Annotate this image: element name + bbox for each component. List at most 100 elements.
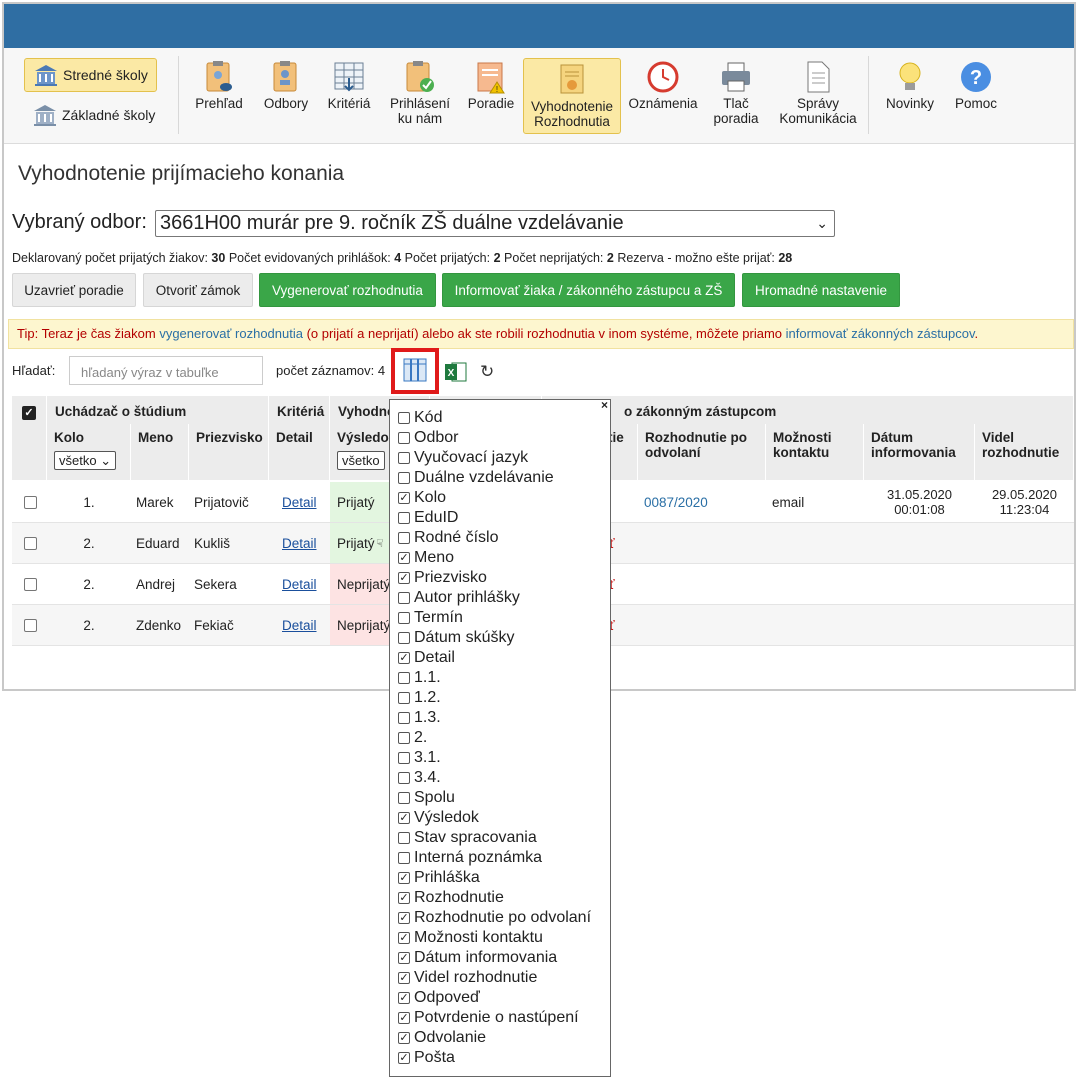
checkbox-checked[interactable]: ✓ [398,1012,410,1024]
row-checkbox[interactable] [24,482,37,522]
col-moznosti-header[interactable]: Možnosti kontaktu [766,424,864,480]
search-input[interactable]: hľadaný výraz v tabuľke [69,356,263,385]
hromadne-nastavenie-button[interactable]: Hromadné nastavenie [742,273,900,307]
column-option[interactable]: ✓ Rozhodnutie po odvolaní [398,908,591,928]
column-option[interactable]: EduID [398,508,458,528]
column-option[interactable]: ✓ Dátum informovania [398,948,557,968]
column-option[interactable]: Stav spracovania [398,828,537,848]
checkbox-checked[interactable]: ✓ [398,652,410,664]
checkbox[interactable] [398,772,410,784]
column-option[interactable]: Interná poznámka [398,848,542,868]
ribbon-odbory[interactable]: Odbory [256,56,316,134]
col-rozh-odv-header[interactable]: Rozhodnutie po odvolaní [638,424,766,480]
col-kolo-header[interactable]: Kolo všetko ⌄ [47,424,131,480]
ribbon-prihlaseni[interactable]: Prihlásení ku nám [384,56,456,134]
odbor-select[interactable]: 3661H00 murár pre 9. ročník ZŠ duálne vz… [155,210,835,237]
informovat-button[interactable]: Informovať žiaka / zákonného zástupcu a … [442,273,735,307]
checkbox[interactable] [398,612,410,624]
column-option[interactable]: ✓ Potvrdenie o nastúpení [398,1008,579,1028]
ribbon-novinky[interactable]: Novinky [881,56,939,134]
checkbox-checked[interactable]: ✓ [398,572,410,584]
kolo-filter-select[interactable]: všetko ⌄ [54,451,117,470]
vygenerovat-rozhodnutia-button[interactable]: Vygenerovať rozhodnutia [259,273,436,307]
checkbox-checked[interactable]: ✓ [398,552,410,564]
column-option[interactable]: Dátum skúšky [398,628,514,648]
checkbox-checked[interactable]: ✓ [398,932,410,944]
checkbox-checked[interactable]: ✓ [398,972,410,984]
column-option[interactable]: ✓ Odvolanie [398,1028,486,1048]
checkbox[interactable] [398,712,410,724]
checkbox-checked[interactable]: ✓ [398,492,410,504]
detail-link[interactable]: Detail [282,482,317,522]
excel-export-icon[interactable]: X [444,361,468,388]
checkbox[interactable] [24,536,37,550]
checkbox[interactable] [398,592,410,604]
checkbox-checked[interactable]: ✓ [398,1052,410,1064]
row-checkbox[interactable] [24,523,37,563]
column-option[interactable]: Termín [398,608,463,628]
column-option[interactable]: 1.2. [398,688,441,708]
checkbox[interactable] [398,472,410,484]
checkbox[interactable] [398,752,410,764]
checkbox[interactable] [398,512,410,524]
checkbox-checked[interactable]: ✓ [398,952,410,964]
vysledok-filter-select[interactable]: všetko [337,451,385,470]
checkbox[interactable] [24,495,37,509]
column-option[interactable]: Spolu [398,788,455,808]
column-option[interactable]: ✓ Priezvisko [398,568,487,588]
col-meno-header[interactable]: Meno [131,424,189,480]
ribbon-spravy[interactable]: Správy Komunikácia [773,56,863,134]
detail-link[interactable]: Detail [282,605,317,645]
checkbox[interactable] [398,732,410,744]
checkbox[interactable] [398,692,410,704]
ribbon-prehlad[interactable]: Prehľad [188,56,250,134]
ribbon-poradie[interactable]: ! Poradie [462,56,520,134]
checkbox-checked[interactable]: ✓ [398,812,410,824]
select-all-checkbox[interactable]: ✓ [22,406,36,420]
column-option[interactable]: 3.1. [398,748,441,768]
school-type-zakladne[interactable]: Základné školy [24,98,157,132]
column-option[interactable]: 1.1. [398,668,441,688]
column-option[interactable]: 1.3. [398,708,441,728]
refresh-icon[interactable]: ↻ [480,362,494,382]
tip-link-informovat[interactable]: informovať zákonných zástupcov [786,326,975,341]
ribbon-vyhodnotenie[interactable]: Vyhodnotenie Rozhodnutia [523,58,621,134]
ribbon-pomoc[interactable]: ? Pomoc [948,56,1004,134]
row-checkbox[interactable] [24,605,37,645]
col-detail-header[interactable]: Detail [269,424,330,480]
col-datum-header[interactable]: Dátum informovania [864,424,975,480]
checkbox[interactable] [398,852,410,864]
column-option[interactable]: ✓ Rozhodnutie [398,888,504,908]
column-option[interactable]: ✓ Meno [398,548,454,568]
column-option[interactable]: ✓ Videl rozhodnutie [398,968,537,988]
column-option[interactable]: 2. [398,728,427,748]
select-all-header[interactable]: ✓ [12,396,47,480]
column-option[interactable]: Vyučovací jazyk [398,448,528,468]
checkbox[interactable] [398,792,410,804]
checkbox[interactable] [398,832,410,844]
checkbox[interactable] [398,672,410,684]
column-option[interactable]: ✓ Kolo [398,488,446,508]
column-option[interactable]: 3.4. [398,768,441,788]
column-picker-button[interactable] [391,348,439,394]
col-videl-header[interactable]: Videl rozhodnutie [975,424,1074,480]
ribbon-kriteria[interactable]: Kritériá [322,56,376,134]
checkbox[interactable] [398,452,410,464]
col-priezvisko-header[interactable]: Priezvisko [189,424,269,480]
column-option[interactable]: ✓ Odpoveď [398,988,480,1008]
uzavriet-poradie-button[interactable]: Uzavrieť poradie [12,273,136,307]
row-checkbox[interactable] [24,564,37,604]
checkbox-checked[interactable]: ✓ [398,992,410,1004]
checkbox[interactable] [24,618,37,632]
checkbox[interactable] [398,412,410,424]
checkbox-checked[interactable]: ✓ [398,912,410,924]
checkbox-checked[interactable]: ✓ [398,892,410,904]
checkbox[interactable] [398,432,410,444]
column-option[interactable]: ✓ Možnosti kontaktu [398,928,543,948]
tip-link-vygenerovat[interactable]: vygenerovať rozhodnutia [159,326,303,341]
ribbon-tlac[interactable]: Tlač poradia [708,56,764,134]
column-option[interactable]: ✓ Výsledok [398,808,479,828]
school-type-stredne[interactable]: Stredné školy [24,58,157,92]
column-option[interactable]: Odbor [398,428,458,448]
column-option[interactable]: Kód [398,408,442,428]
